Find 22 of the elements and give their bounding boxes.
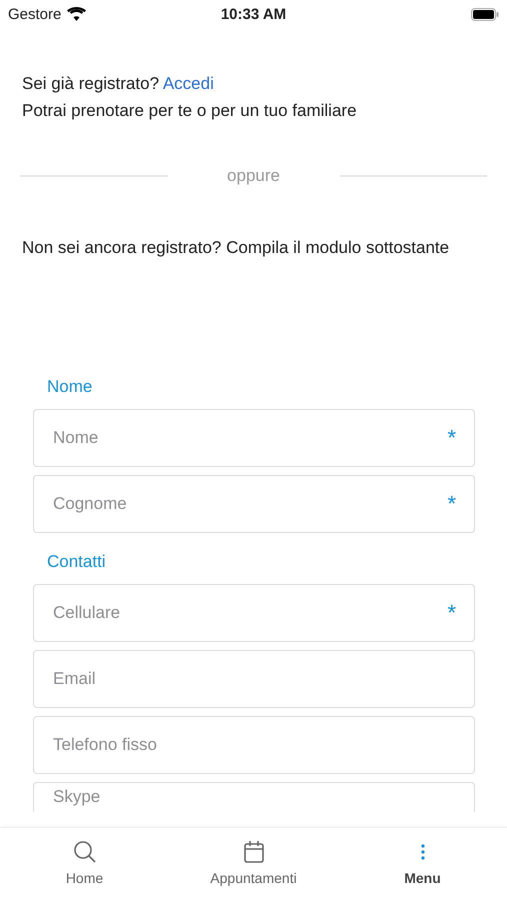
section-title: Contatti: [47, 552, 106, 571]
intro-subtitle: Potrai prenotare per te o per un tuo familiare: [22, 100, 358, 122]
section-title: Nome: [47, 377, 92, 396]
tab-bar-item[interactable]: Appuntamenti: [169, 828, 338, 900]
input-field[interactable]: Skype: [33, 782, 475, 812]
input-field[interactable]: Nome *: [33, 409, 475, 467]
input-field[interactable]: Cognome *: [33, 475, 475, 533]
tab-bar-item[interactable]: Home: [0, 828, 169, 900]
input-field[interactable]: Cellulare *: [33, 584, 475, 642]
login-link[interactable]: Accedi: [162, 74, 214, 93]
login-question: Sei già registrato?: [22, 74, 160, 93]
input-field[interactable]: Email: [33, 650, 475, 708]
register-prompt: Non sei ancora registrato? Compila il modulo sottostante: [21, 237, 450, 258]
calendar-icon: [242, 840, 264, 864]
battery-icon: [471, 8, 499, 20]
divider-label: oppure: [226, 166, 281, 186]
input-field[interactable]: Telefono fisso: [33, 716, 475, 774]
status-time: 10:33 AM: [220, 6, 286, 22]
search-icon: [72, 840, 96, 864]
wifi-icon: [67, 7, 86, 21]
tab-bar-item[interactable]: Menu: [338, 828, 507, 900]
carrier-name: Gestore: [8, 6, 62, 22]
